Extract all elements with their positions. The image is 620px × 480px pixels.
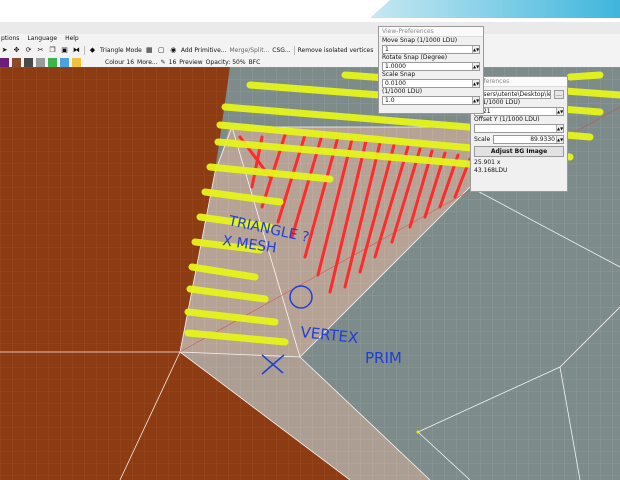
bfc-button[interactable]: BFC (249, 59, 261, 66)
copy-icon[interactable]: ❐ (48, 46, 57, 55)
rotate-icon[interactable]: ⟳ (24, 46, 33, 55)
extra-snap-field[interactable]: 1.0 ▲▼ (382, 96, 480, 105)
grid-icon[interactable]: ▦ (145, 46, 154, 55)
spinner-arrows-icon[interactable]: ▲▼ (472, 63, 479, 70)
bg-panel-title[interactable]: Preferences (471, 77, 567, 87)
main-toolbar: ➤ ✥ ⟳ ✂ ❐ ▣ ⧓ ◆ Triangle Mode ▦ ▢ ◉ Add … (0, 44, 620, 57)
colour-swatch[interactable] (48, 57, 57, 67)
prim-label: PRIM (365, 349, 402, 367)
preview-button[interactable]: Preview (179, 59, 202, 66)
pencil-icon[interactable]: ✎ (161, 59, 166, 66)
remove-isolated-button[interactable]: Remove isolated vertices (298, 47, 374, 54)
colour-swatch[interactable] (12, 57, 21, 67)
rotate-snap-value: 1.0000 (385, 63, 406, 70)
browse-button[interactable]: … (554, 90, 564, 99)
colour-swatch[interactable] (0, 57, 9, 67)
adjust-bg-image-button[interactable]: Adjust BG Image (474, 146, 564, 157)
opacity-dropdown[interactable]: Opacity: 50% (206, 59, 246, 66)
extra-snap-label: (1/1000 LDU) (382, 88, 423, 95)
view-prefs-title[interactable]: View-Preferences (379, 27, 483, 37)
scissors-icon[interactable]: ✂ (36, 46, 45, 55)
menu-options[interactable]: ptions (1, 34, 19, 44)
bg-image-preferences-panel: Preferences \Users\utente\Desktop\letter… (470, 76, 568, 192)
merge-split-dropdown[interactable]: Merge/Split... (230, 47, 270, 54)
scale-field[interactable]: 89.9330 ▲▼ (493, 135, 564, 144)
toolbar-separator (84, 46, 85, 55)
scale-value: 89.9330 (530, 136, 555, 143)
image-size-line-2: 43.168LDU (474, 167, 508, 174)
add-primitive-button[interactable]: Add Primitive... (181, 47, 227, 54)
move-snap-label: Move Snap (1/1000 LDU) (382, 37, 458, 44)
extra-snap-value: 1.0 (385, 97, 395, 104)
move-snap-field[interactable]: 1 ▲▼ (382, 45, 480, 54)
colour-button[interactable]: Colour 16 (105, 59, 134, 66)
mirror-icon[interactable]: ⧓ (72, 46, 81, 55)
menu-help[interactable]: Help (65, 34, 79, 44)
rotate-snap-label: Rotate Snap (Degree) (382, 54, 448, 61)
eye-icon[interactable]: ◉ (169, 46, 178, 55)
menu-bar: ptions Language Help (0, 34, 620, 44)
spinner-arrows-icon[interactable]: ▲▼ (472, 46, 479, 53)
line-count-field[interactable]: 16 (169, 59, 177, 66)
vertex-point (416, 430, 420, 434)
scale-snap-value: 0.0100 (385, 80, 406, 87)
paste-icon[interactable]: ▣ (60, 46, 69, 55)
csg-dropdown[interactable]: CSG... (272, 47, 290, 54)
select-arrow-icon[interactable]: ➤ (0, 46, 9, 55)
scale-snap-label: Scale Snap (382, 71, 416, 78)
offset-y-label: Offset Y (1/1000 LDU) (474, 116, 540, 123)
colour-swatch[interactable] (36, 57, 45, 67)
menu-language[interactable]: Language (27, 34, 57, 44)
offset-y-field[interactable]: ▲▼ (474, 124, 564, 133)
title-band (370, 0, 620, 18)
triangle-mode-icon: ◆ (89, 46, 96, 54)
rotate-snap-field[interactable]: 1.0000 ▲▼ (382, 62, 480, 71)
spinner-arrows-icon[interactable]: ▲▼ (472, 97, 479, 104)
toolbar-separator (293, 46, 295, 55)
colour-swatch[interactable] (24, 57, 33, 67)
spinner-arrows-icon[interactable]: ▲▼ (556, 125, 563, 132)
move-snap-value: 1 (385, 46, 389, 53)
offset-x-field[interactable]: -521▲▼ (474, 107, 564, 116)
view-preferences-panel: View-Preferences Move Snap (1/1000 LDU) … (378, 26, 484, 114)
colour-swatch[interactable] (60, 57, 69, 67)
frame-icon[interactable]: ▢ (157, 46, 166, 55)
triangle-mode-dropdown[interactable]: Triangle Mode (100, 47, 142, 54)
bg-image-path-field[interactable]: \Users\utente\Desktop\lettere\S (474, 90, 551, 99)
move-icon[interactable]: ✥ (12, 46, 21, 55)
image-size-line-1: 25.901 x (474, 159, 501, 166)
spinner-arrows-icon[interactable]: ▲▼ (556, 108, 563, 115)
colour-toolbar: Colour 16 More... ✎ 16 Preview Opacity: … (0, 57, 620, 67)
offset-x-label: X (1/1000 LDU) (474, 99, 521, 106)
spinner-arrows-icon[interactable]: ▲▼ (472, 80, 479, 87)
colour-swatch[interactable] (72, 57, 81, 67)
title-strip (0, 0, 620, 22)
spinner-arrows-icon[interactable]: ▲▼ (556, 136, 563, 143)
more-colours-button[interactable]: More... (137, 59, 158, 66)
scale-snap-field[interactable]: 0.0100 ▲▼ (382, 79, 480, 88)
scale-label: Scale (474, 135, 491, 143)
